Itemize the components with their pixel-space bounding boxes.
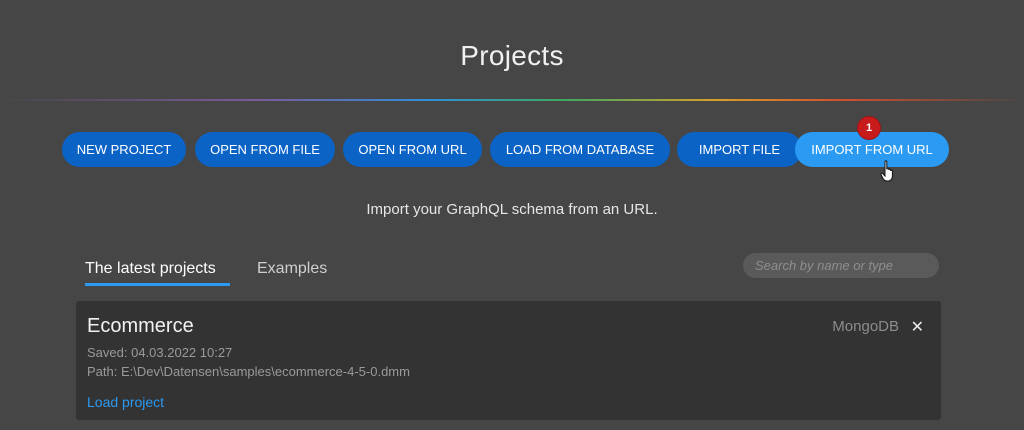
project-name: Ecommerce	[87, 315, 194, 337]
import-from-url-label: IMPORT FROM URL	[811, 142, 933, 157]
import-from-url-button[interactable]: IMPORT FROM URL 1	[795, 116, 949, 167]
project-card: Ecommerce MongoDB ✕ Saved: 04.03.2022 10…	[76, 301, 941, 420]
rainbow-divider	[0, 99, 1024, 101]
mode-description: Import your GraphQL schema from an URL.	[366, 201, 658, 218]
load-from-database-button[interactable]: LOAD FROM DATABASE	[490, 132, 670, 167]
hand-pointer-icon	[880, 160, 893, 182]
new-project-button[interactable]: NEW PROJECT	[62, 132, 186, 167]
notification-badge: 1	[857, 116, 881, 140]
import-file-button[interactable]: IMPORT FILE	[677, 132, 802, 167]
project-db-type: MongoDB	[832, 318, 899, 335]
active-tab-indicator	[85, 283, 230, 286]
tab-latest-projects[interactable]: The latest projects	[85, 260, 216, 278]
open-from-url-button[interactable]: OPEN FROM URL	[343, 132, 482, 167]
project-saved-date: Saved: 04.03.2022 10:27	[87, 345, 233, 360]
tab-examples[interactable]: Examples	[257, 260, 327, 278]
search-input[interactable]	[743, 253, 939, 278]
load-project-link[interactable]: Load project	[87, 394, 164, 410]
open-from-file-button[interactable]: OPEN FROM FILE	[195, 132, 335, 167]
project-path: Path: E:\Dev\Datensen\samples\ecommerce-…	[87, 364, 410, 379]
close-icon[interactable]: ✕	[911, 317, 924, 337]
page-title: Projects	[460, 40, 564, 71]
